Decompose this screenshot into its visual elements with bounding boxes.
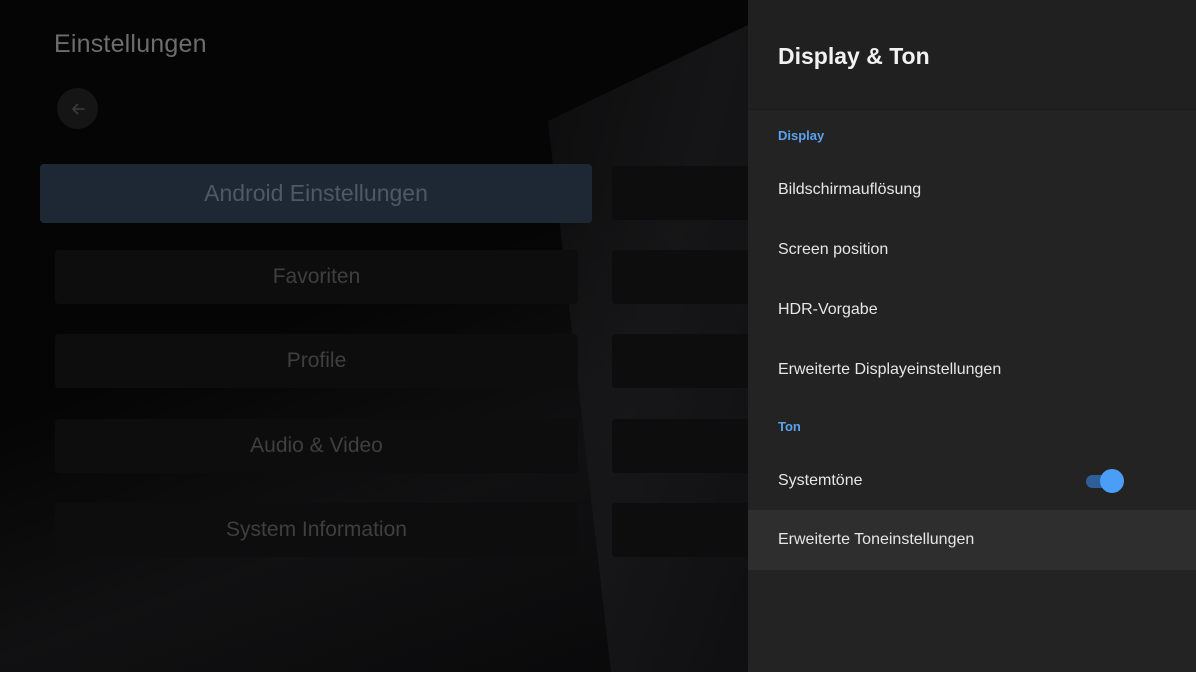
item-system-sounds[interactable]: Systemtöne <box>748 452 1196 510</box>
item-label: Erweiterte Toneinstellungen <box>778 531 975 548</box>
display-sound-panel: Display & Ton Display Bildschirmauflösun… <box>748 0 1196 672</box>
item-screen-resolution[interactable]: Bildschirmauflösung <box>748 160 1196 220</box>
menu-label: Android Einstellungen <box>204 180 428 206</box>
menu-system-information[interactable]: System Information <box>55 503 578 557</box>
section-display-label: Display <box>778 127 825 143</box>
panel-title: Display & Ton <box>778 43 930 69</box>
menu-favorites[interactable]: Favoriten <box>55 250 578 304</box>
item-advanced-sound-settings[interactable]: Erweiterte Toneinstellungen <box>748 510 1196 570</box>
arrow-left-icon <box>71 103 85 114</box>
item-label: Screen position <box>778 241 889 258</box>
menu-label: Audio & Video <box>250 434 383 457</box>
section-sound-label: Ton <box>778 418 801 434</box>
menu-column-ghost <box>612 503 748 557</box>
item-label: Erweiterte Displayeinstellungen <box>778 361 1002 378</box>
menu-profiles[interactable]: Profile <box>55 334 578 388</box>
item-label: Bildschirmauflösung <box>778 181 922 198</box>
menu-column-ghost <box>612 334 748 388</box>
page-title: Einstellungen <box>54 30 207 58</box>
back-button[interactable] <box>57 88 98 129</box>
item-label: Systemtöne <box>778 472 863 489</box>
item-label: HDR-Vorgabe <box>778 301 878 318</box>
menu-column-ghost <box>612 166 748 220</box>
menu-column-ghost <box>612 250 748 304</box>
menu-label: Favoriten <box>272 265 361 288</box>
menu-android-settings[interactable]: Android Einstellungen <box>40 164 592 223</box>
system-sounds-toggle[interactable] <box>1084 469 1124 493</box>
settings-background: Einstellungen Android Einstellungen Favo… <box>0 0 748 672</box>
menu-column-ghost <box>612 419 748 473</box>
panel-header: Display & Ton <box>748 0 1196 110</box>
item-hdr-preset[interactable]: HDR-Vorgabe <box>748 280 1196 340</box>
menu-label: System Information <box>226 518 407 541</box>
item-screen-position[interactable]: Screen position <box>748 220 1196 280</box>
item-advanced-display-settings[interactable]: Erweiterte Displayeinstellungen <box>748 340 1196 400</box>
toggle-thumb <box>1100 469 1124 493</box>
menu-audio-video[interactable]: Audio & Video <box>55 419 578 473</box>
menu-label: Profile <box>286 349 347 372</box>
